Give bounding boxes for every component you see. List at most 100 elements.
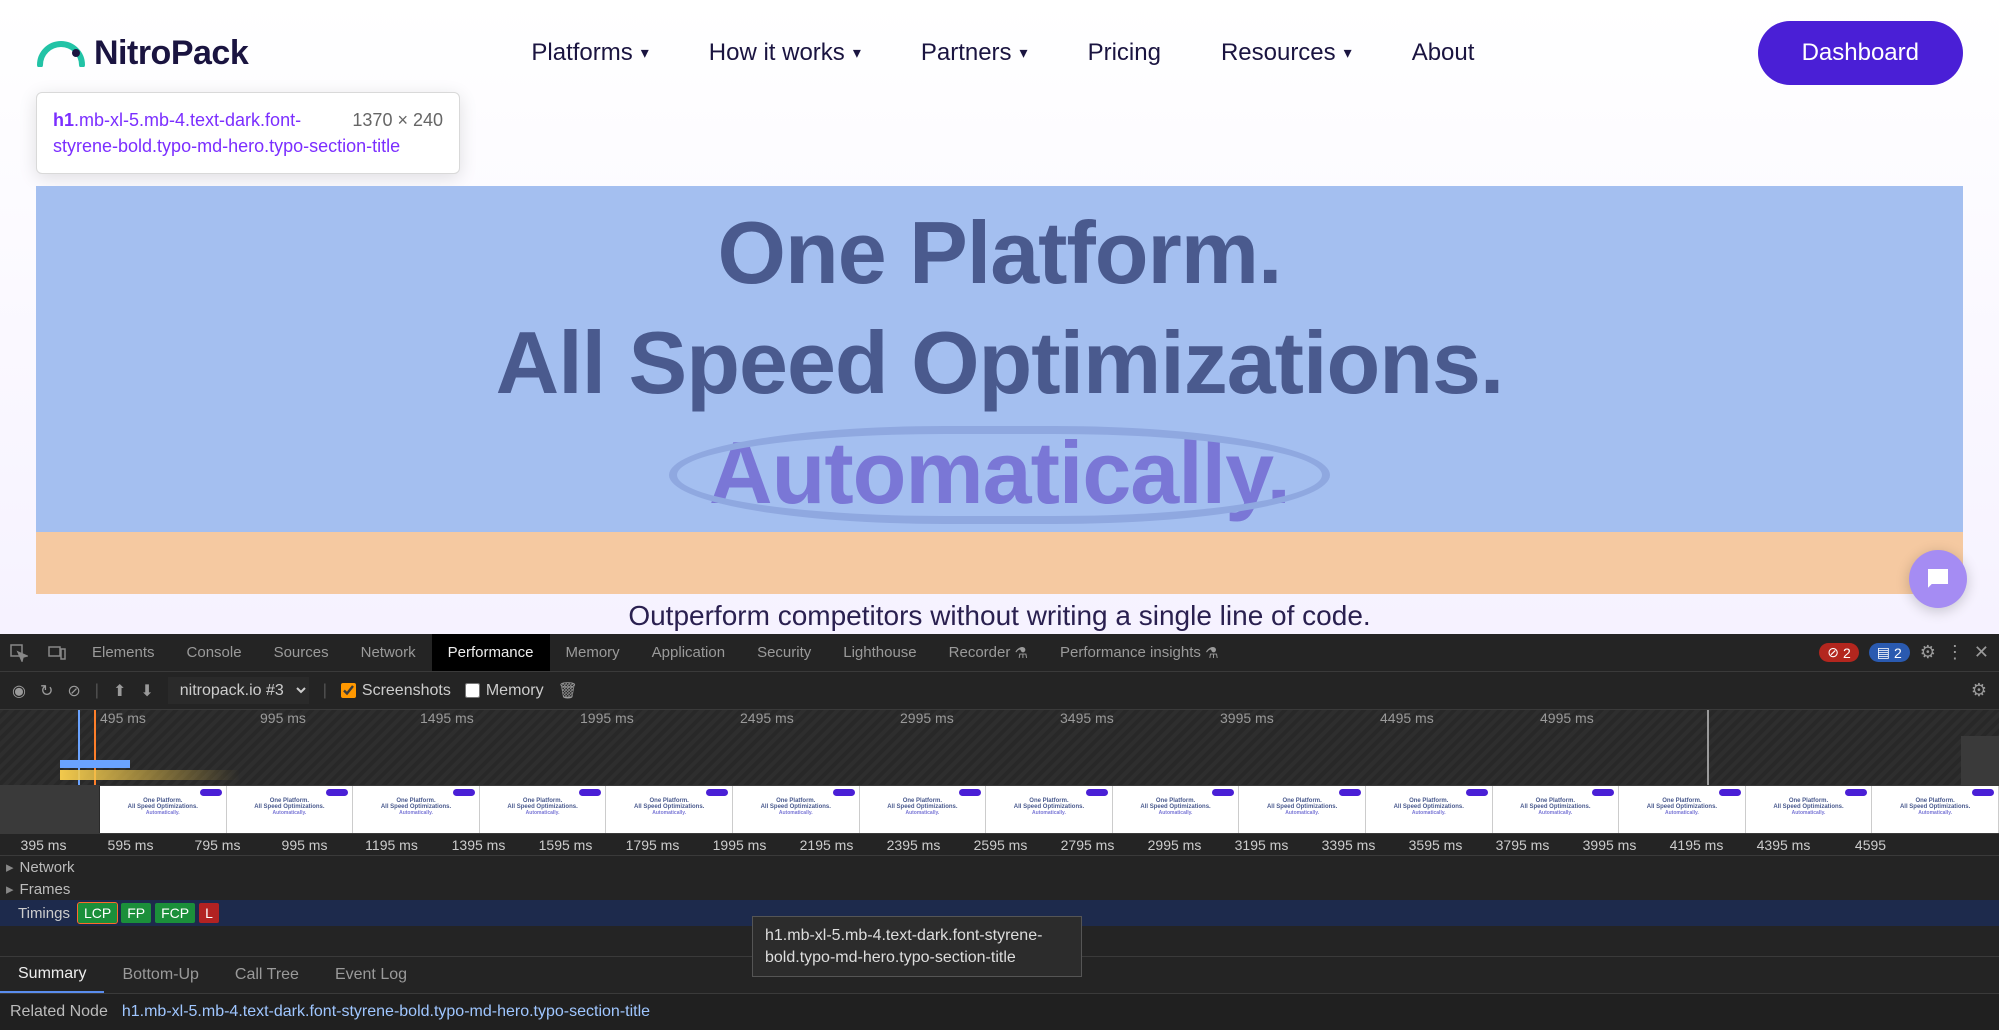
stab-summary[interactable]: Summary (0, 957, 104, 993)
net-label: NET (1973, 760, 1997, 774)
chat-bubble-button[interactable] (1909, 550, 1967, 608)
logo-text: NitroPack (94, 34, 248, 73)
ruler-tick: 2395 ms (870, 837, 957, 853)
nav-pricing[interactable]: Pricing (1088, 39, 1161, 67)
tab-recorder[interactable]: Recorder ⚗ (933, 634, 1044, 671)
settings-icon[interactable]: ⚙ (1920, 642, 1936, 663)
profile-select[interactable]: nitropack.io #3 (168, 677, 309, 704)
reload-record-icon[interactable]: ↻ (40, 681, 53, 701)
ruler-tick: 1795 ms (609, 837, 696, 853)
ruler-tick: 1595 ms (522, 837, 609, 853)
ruler-tick: 4595 (1827, 837, 1914, 853)
upload-icon[interactable]: ⬆ (113, 681, 126, 701)
ruler-tick: 4395 ms (1740, 837, 1827, 853)
filmstrip-frame: One Platform.All Speed Optimizations.Aut… (986, 786, 1113, 833)
tab-sources[interactable]: Sources (258, 634, 345, 671)
filmstrip-frame: One Platform.All Speed Optimizations.Aut… (1493, 786, 1620, 833)
ruler-tick: 2595 ms (957, 837, 1044, 853)
device-toggle-icon[interactable] (38, 634, 76, 671)
tab-application[interactable]: Application (636, 634, 741, 671)
tab-lighthouse[interactable]: Lighthouse (827, 634, 932, 671)
tab-memory[interactable]: Memory (550, 634, 636, 671)
nav-partners[interactable]: Partners▾ (921, 39, 1028, 67)
nav-how-it-works[interactable]: How it works▾ (709, 39, 861, 67)
filmstrip-frame-blank (0, 786, 100, 833)
chip-lcp[interactable]: LCP (78, 903, 117, 923)
ruler-tick: 4195 ms (1653, 837, 1740, 853)
related-node-row: Related Node h1.mb-xl-5.mb-4.text-dark.f… (0, 994, 1999, 1030)
chip-fp[interactable]: FP (121, 903, 151, 923)
chip-l[interactable]: L (199, 903, 219, 923)
track-frames[interactable]: Frames (0, 878, 1999, 900)
tab-performance[interactable]: Performance (432, 634, 550, 671)
cpu-label: CPU (1972, 740, 1997, 754)
ruler-tick: 3795 ms (1479, 837, 1566, 853)
screenshots-toggle[interactable]: Screenshots (341, 682, 451, 700)
chip-fcp[interactable]: FCP (155, 903, 195, 923)
ruler-tick: 2795 ms (1044, 837, 1131, 853)
inspect-picker-icon[interactable] (0, 634, 38, 671)
stab-bottom-up[interactable]: Bottom-Up (104, 957, 216, 993)
filmstrip-frame: One Platform.All Speed Optimizations.Aut… (733, 786, 860, 833)
hero-subline: Outperform competitors without writing a… (0, 600, 1999, 632)
tab-network[interactable]: Network (345, 634, 432, 671)
errors-badge[interactable]: ⊘2 (1819, 643, 1859, 662)
memory-checkbox[interactable] (465, 683, 480, 698)
chevron-down-icon: ▾ (1020, 43, 1028, 63)
record-icon[interactable]: ◉ (12, 681, 26, 701)
download-icon[interactable]: ⬇ (140, 681, 153, 701)
tab-console[interactable]: Console (171, 634, 258, 671)
logo[interactable]: NitroPack (36, 34, 248, 73)
chat-icon (1923, 564, 1953, 594)
screenshots-checkbox[interactable] (341, 683, 356, 698)
main-ruler: 395 ms595 ms795 ms995 ms1195 ms1395 ms15… (0, 834, 1999, 856)
filmstrip-frame: One Platform.All Speed Optimizations.Aut… (1619, 786, 1746, 833)
ruler-tick: 3595 ms (1392, 837, 1479, 853)
tab-elements[interactable]: Elements (76, 634, 171, 671)
ruler-tick: 3195 ms (1218, 837, 1305, 853)
nav-platforms[interactable]: Platforms▾ (531, 39, 648, 67)
filmstrip-frame: One Platform.All Speed Optimizations.Aut… (1113, 786, 1240, 833)
close-icon[interactable]: ✕ (1974, 642, 1989, 663)
inspect-tooltip: 1370 × 240 h1.mb-xl-5.mb-4.text-dark.fon… (36, 92, 460, 174)
stab-event-log[interactable]: Event Log (317, 957, 425, 993)
stab-call-tree[interactable]: Call Tree (217, 957, 317, 993)
ruler-tick: 3995 ms (1566, 837, 1653, 853)
dashboard-button[interactable]: Dashboard (1758, 21, 1963, 85)
trash-icon[interactable]: 🗑 (558, 681, 578, 701)
filmstrip-frame: One Platform.All Speed Optimizations.Aut… (606, 786, 733, 833)
overview-timeline[interactable]: 495 ms995 ms1495 ms1995 ms2495 ms2995 ms… (0, 710, 1999, 786)
ruler-tick: 1395 ms (435, 837, 522, 853)
hero-line3: Automatically. (709, 418, 1290, 528)
clear-icon[interactable]: ⊘ (67, 681, 80, 701)
devtools-panel: Elements Console Sources Network Perform… (0, 634, 1999, 1027)
ruler-tick: 795 ms (174, 837, 261, 853)
nav-center: Platforms▾ How it works▾ Partners▾ Prici… (248, 39, 1757, 67)
filmstrip-frame: One Platform.All Speed Optimizations.Aut… (480, 786, 607, 833)
filmstrip-frame: One Platform.All Speed Optimizations.Aut… (860, 786, 987, 833)
filmstrip-frame: One Platform.All Speed Optimizations.Aut… (100, 786, 227, 833)
devtools-tabs: Elements Console Sources Network Perform… (0, 634, 1999, 672)
beaker-icon: ⚗ (1015, 644, 1028, 662)
nav-about[interactable]: About (1412, 39, 1475, 67)
tab-performance-insights[interactable]: Performance insights ⚗ (1044, 634, 1235, 671)
ruler-tick: 2195 ms (783, 837, 870, 853)
issues-badge[interactable]: ▤2 (1869, 643, 1910, 662)
ruler-tick: 595 ms (87, 837, 174, 853)
overview-ruler: 495 ms995 ms1495 ms1995 ms2495 ms2995 ms… (100, 710, 1989, 730)
ruler-tick: 2995 ms (1131, 837, 1218, 853)
hero-line2: All Speed Optimizations. (36, 308, 1963, 418)
nav-resources[interactable]: Resources▾ (1221, 39, 1352, 67)
chevron-down-icon: ▾ (853, 43, 861, 63)
filmstrip[interactable]: One Platform.All Speed Optimizations.Aut… (0, 786, 1999, 834)
tab-security[interactable]: Security (741, 634, 827, 671)
more-icon[interactable]: ⋮ (1946, 642, 1964, 663)
hero-highlight: One Platform. All Speed Optimizations. A… (36, 186, 1963, 594)
memory-toggle[interactable]: Memory (465, 682, 544, 700)
filmstrip-frame: One Platform.All Speed Optimizations.Aut… (227, 786, 354, 833)
related-node-link[interactable]: h1.mb-xl-5.mb-4.text-dark.font-styrene-b… (122, 1003, 650, 1021)
perf-settings-icon[interactable]: ⚙ (1971, 680, 1987, 701)
error-icon: ⊘ (1827, 644, 1839, 661)
track-network[interactable]: Network (0, 856, 1999, 878)
ruler-tick: 995 ms (261, 837, 348, 853)
